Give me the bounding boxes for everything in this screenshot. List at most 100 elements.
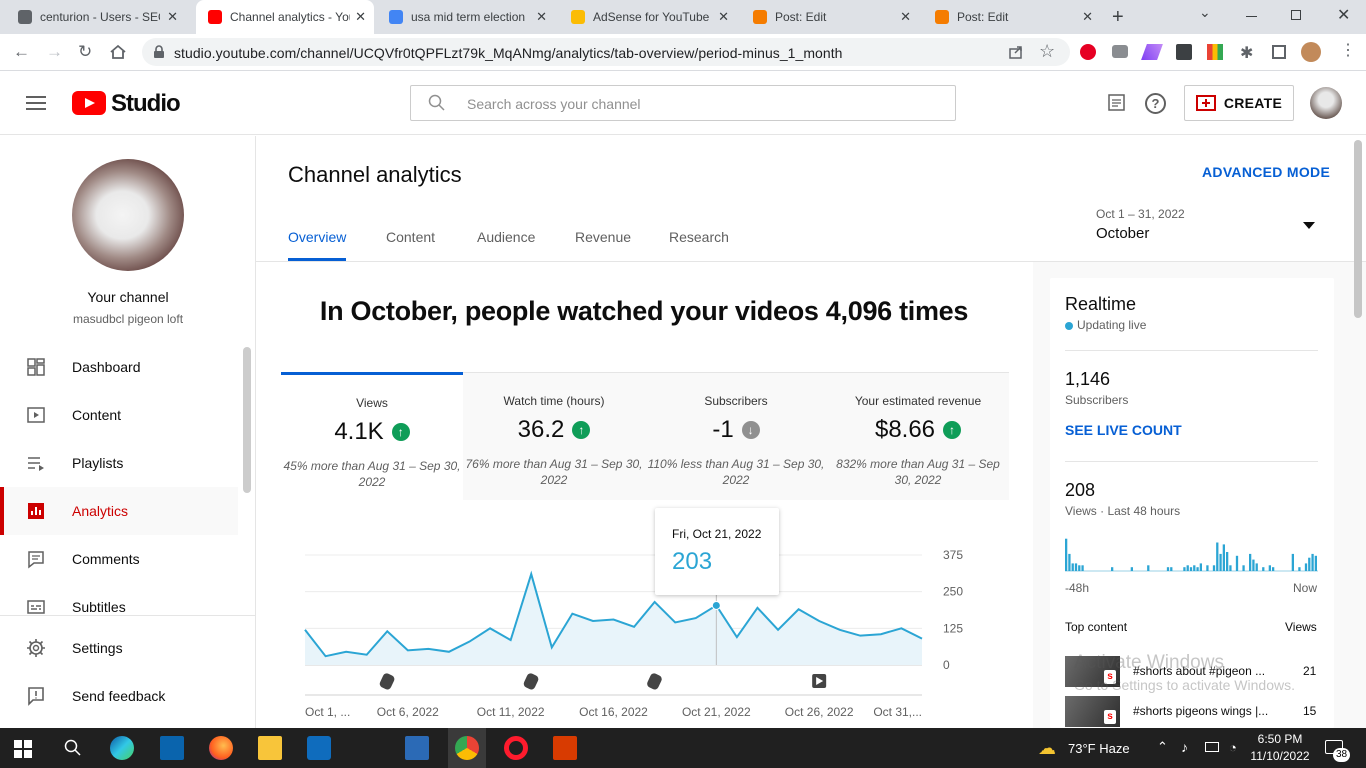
- search-placeholder[interactable]: Search across your channel: [467, 96, 641, 112]
- bars-extension-icon[interactable]: [1207, 44, 1223, 60]
- back-arrow-icon[interactable]: ←: [13, 42, 30, 62]
- browser-tab[interactable]: Post: Edit ✕: [741, 0, 919, 34]
- realtime-views-chart[interactable]: [1065, 533, 1318, 573]
- minimize-button[interactable]: [1246, 16, 1257, 17]
- windows-start-icon[interactable]: [14, 740, 32, 763]
- tab-search-chevron-icon[interactable]: ⌄: [1199, 4, 1211, 21]
- opera-icon[interactable]: [504, 736, 528, 760]
- camera-extension-icon[interactable]: [1112, 45, 1128, 58]
- realtime-bar[interactable]: [1252, 559, 1255, 571]
- realtime-bar[interactable]: [1249, 553, 1252, 571]
- tab-close-icon[interactable]: ✕: [536, 9, 547, 25]
- browser-tab[interactable]: Channel analytics - YouTube ✕: [196, 0, 374, 34]
- realtime-bar[interactable]: [1186, 565, 1189, 571]
- realtime-bar[interactable]: [1189, 567, 1193, 571]
- realtime-bar[interactable]: [1242, 565, 1245, 571]
- maximize-button[interactable]: [1291, 10, 1301, 20]
- realtime-bar[interactable]: [1262, 567, 1265, 571]
- reload-icon[interactable]: ↻: [78, 42, 92, 62]
- browser-tab[interactable]: AdSense for YouTube ✕: [559, 0, 737, 34]
- tab-revenue[interactable]: Revenue: [575, 229, 631, 245]
- realtime-bar[interactable]: [1219, 553, 1222, 571]
- browser-menu-icon[interactable]: ⋮: [1340, 40, 1356, 60]
- metric-card[interactable]: Your estimated revenue $8.66 ↑ 832% more th…: [827, 372, 1009, 500]
- speaker-icon[interactable]: ♪: [1181, 739, 1188, 755]
- realtime-bar[interactable]: [1183, 567, 1186, 571]
- m-extension-icon[interactable]: [1176, 44, 1192, 60]
- youtube-logo-icon[interactable]: [72, 91, 108, 122]
- realtime-bar[interactable]: [1166, 567, 1170, 571]
- realtime-bar[interactable]: [1199, 563, 1202, 571]
- highlight-point[interactable]: [711, 600, 721, 610]
- lock-icon[interactable]: [153, 45, 165, 64]
- tab-close-icon[interactable]: ✕: [167, 9, 178, 25]
- forward-arrow-icon[interactable]: →: [46, 42, 63, 62]
- new-tab-button[interactable]: +: [1112, 6, 1124, 29]
- realtime-bar[interactable]: [1304, 563, 1308, 571]
- realtime-bar[interactable]: [1212, 565, 1216, 571]
- date-range[interactable]: Oct 1 – 31, 2022: [1096, 207, 1185, 221]
- pinterest-extension-icon[interactable]: [1080, 44, 1096, 60]
- wifi-icon[interactable]: ◔: [1229, 740, 1237, 755]
- tab-content[interactable]: Content: [386, 229, 435, 245]
- dropdown-arrow-icon[interactable]: [1303, 222, 1315, 229]
- metric-card[interactable]: Subscribers -1 ↓ 110% less than Aug 31 – Se…: [645, 372, 827, 500]
- metric-card[interactable]: Views 4.1K ↑ 45% more than Aug 31 – Sep 30,…: [281, 372, 463, 500]
- realtime-bar[interactable]: [1147, 565, 1150, 571]
- clock-date[interactable]: 11/10/2022: [1250, 749, 1310, 763]
- create-button[interactable]: CREATE: [1184, 85, 1294, 121]
- firefox-icon[interactable]: [209, 736, 233, 760]
- realtime-bar[interactable]: [1206, 565, 1209, 571]
- realtime-bar[interactable]: [1229, 565, 1232, 571]
- sidebar-item-dashboard[interactable]: Dashboard: [0, 343, 238, 391]
- realtime-bar[interactable]: [1170, 567, 1173, 571]
- battery-icon[interactable]: [1205, 742, 1219, 752]
- tray-chevron-icon[interactable]: ⌃: [1157, 739, 1168, 755]
- shorts-marker-icon[interactable]: [378, 672, 395, 691]
- tab-close-icon[interactable]: ✕: [355, 9, 366, 25]
- tab-research[interactable]: Research: [669, 229, 729, 245]
- realtime-bar[interactable]: [1255, 563, 1258, 571]
- clock-time[interactable]: 6:50 PM: [1250, 732, 1310, 746]
- realtime-bar[interactable]: [1314, 555, 1317, 571]
- realtime-bar[interactable]: [1071, 563, 1074, 571]
- realtime-bar[interactable]: [1081, 565, 1084, 571]
- sidebar-item-playlists[interactable]: Playlists: [0, 439, 238, 487]
- video-editor-icon[interactable]: [405, 736, 429, 760]
- hamburger-menu-icon[interactable]: [26, 96, 46, 115]
- realtime-bar[interactable]: [1078, 565, 1081, 571]
- side-panel-icon[interactable]: [1272, 45, 1286, 59]
- puzzle-extensions-icon[interactable]: ✱: [1240, 43, 1253, 63]
- top-content-title[interactable]: #shorts pigeons wings |...: [1133, 704, 1283, 718]
- realtime-bar[interactable]: [1130, 567, 1133, 571]
- realtime-bar[interactable]: [1111, 567, 1114, 571]
- views-chart[interactable]: 0 125 250 375 Oct 1, ... Oct 6, 2022 Oct 11, 2…: [280, 540, 1000, 728]
- realtime-bar[interactable]: [1291, 553, 1294, 571]
- sidebar-item-send-feedback[interactable]: Send feedback: [0, 672, 238, 720]
- taskbar-search-icon[interactable]: [64, 739, 82, 762]
- realtime-bar[interactable]: [1298, 567, 1301, 571]
- store-icon[interactable]: [307, 736, 331, 760]
- sidebar-item-comments[interactable]: Comments: [0, 535, 238, 583]
- close-window-button[interactable]: ✕: [1337, 5, 1350, 25]
- edge-icon[interactable]: [110, 736, 134, 760]
- tab-close-icon[interactable]: ✕: [900, 9, 911, 25]
- mail-icon[interactable]: [160, 736, 184, 760]
- notification-count[interactable]: 38: [1333, 748, 1350, 762]
- tab-overview[interactable]: Overview: [288, 229, 346, 245]
- file-explorer-icon[interactable]: [258, 736, 282, 760]
- help-icon[interactable]: ?: [1145, 93, 1166, 114]
- realtime-bar[interactable]: [1308, 557, 1311, 571]
- channel-avatar[interactable]: [72, 159, 184, 271]
- profile-avatar-icon[interactable]: [1301, 42, 1321, 62]
- browser-tab[interactable]: Post: Edit ✕: [923, 0, 1101, 34]
- realtime-bar[interactable]: [1193, 565, 1196, 571]
- see-live-count-link[interactable]: SEE LIVE COUNT: [1065, 422, 1182, 438]
- weather-icon[interactable]: ☁: [1038, 738, 1056, 759]
- weather-text[interactable]: 73°F Haze: [1068, 741, 1130, 756]
- sidebar-item-settings[interactable]: Settings: [0, 624, 238, 672]
- realtime-bar[interactable]: [1074, 563, 1078, 571]
- browser-tab[interactable]: usa mid term election ✕: [377, 0, 555, 34]
- realtime-bar[interactable]: [1222, 544, 1225, 571]
- shorts-marker-icon[interactable]: [522, 672, 539, 691]
